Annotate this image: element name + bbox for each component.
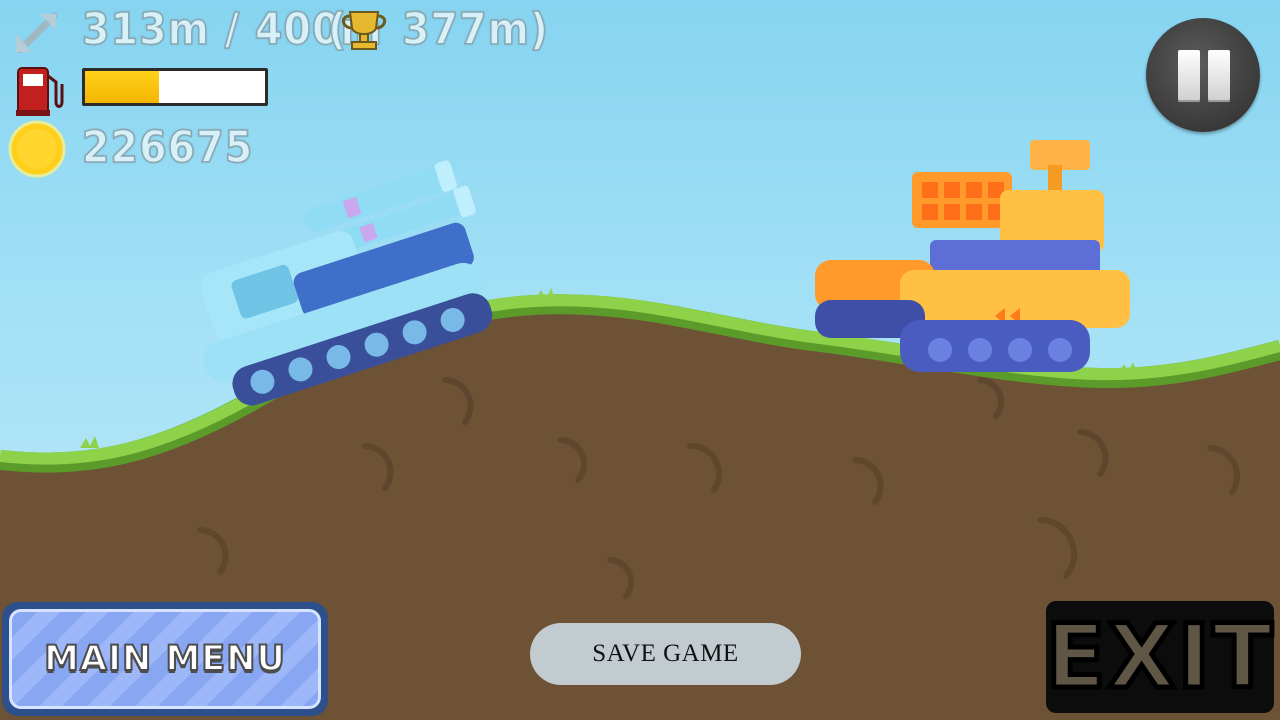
fuel-gauge	[82, 68, 268, 106]
save-game-label: SAVE GAME	[592, 640, 739, 667]
fuel-gauge-fill	[85, 71, 159, 103]
trophy-icon	[342, 11, 386, 50]
pause-icon	[1208, 50, 1230, 102]
fuel-pump-icon	[16, 67, 64, 116]
game-screen: 313m / 400m ( 377m) 226675 MAIN MENU SAV…	[0, 0, 1280, 720]
coin-icon	[8, 120, 66, 178]
enemy-tank	[815, 140, 1130, 372]
main-menu-label: MAIN MENU	[43, 638, 286, 680]
coin-count: 226675	[81, 121, 254, 174]
pause-button[interactable]	[1146, 18, 1260, 132]
diagonal-arrow-icon	[16, 12, 58, 54]
main-menu-button-face: MAIN MENU	[9, 609, 321, 709]
pause-icon	[1178, 50, 1200, 102]
save-game-button[interactable]: SAVE GAME	[530, 623, 801, 685]
main-menu-button[interactable]: MAIN MENU	[2, 602, 328, 716]
record-readout: 377m)	[401, 3, 549, 56]
exit-label: EXIT	[1043, 605, 1275, 708]
exit-button[interactable]: EXIT	[1043, 601, 1275, 713]
